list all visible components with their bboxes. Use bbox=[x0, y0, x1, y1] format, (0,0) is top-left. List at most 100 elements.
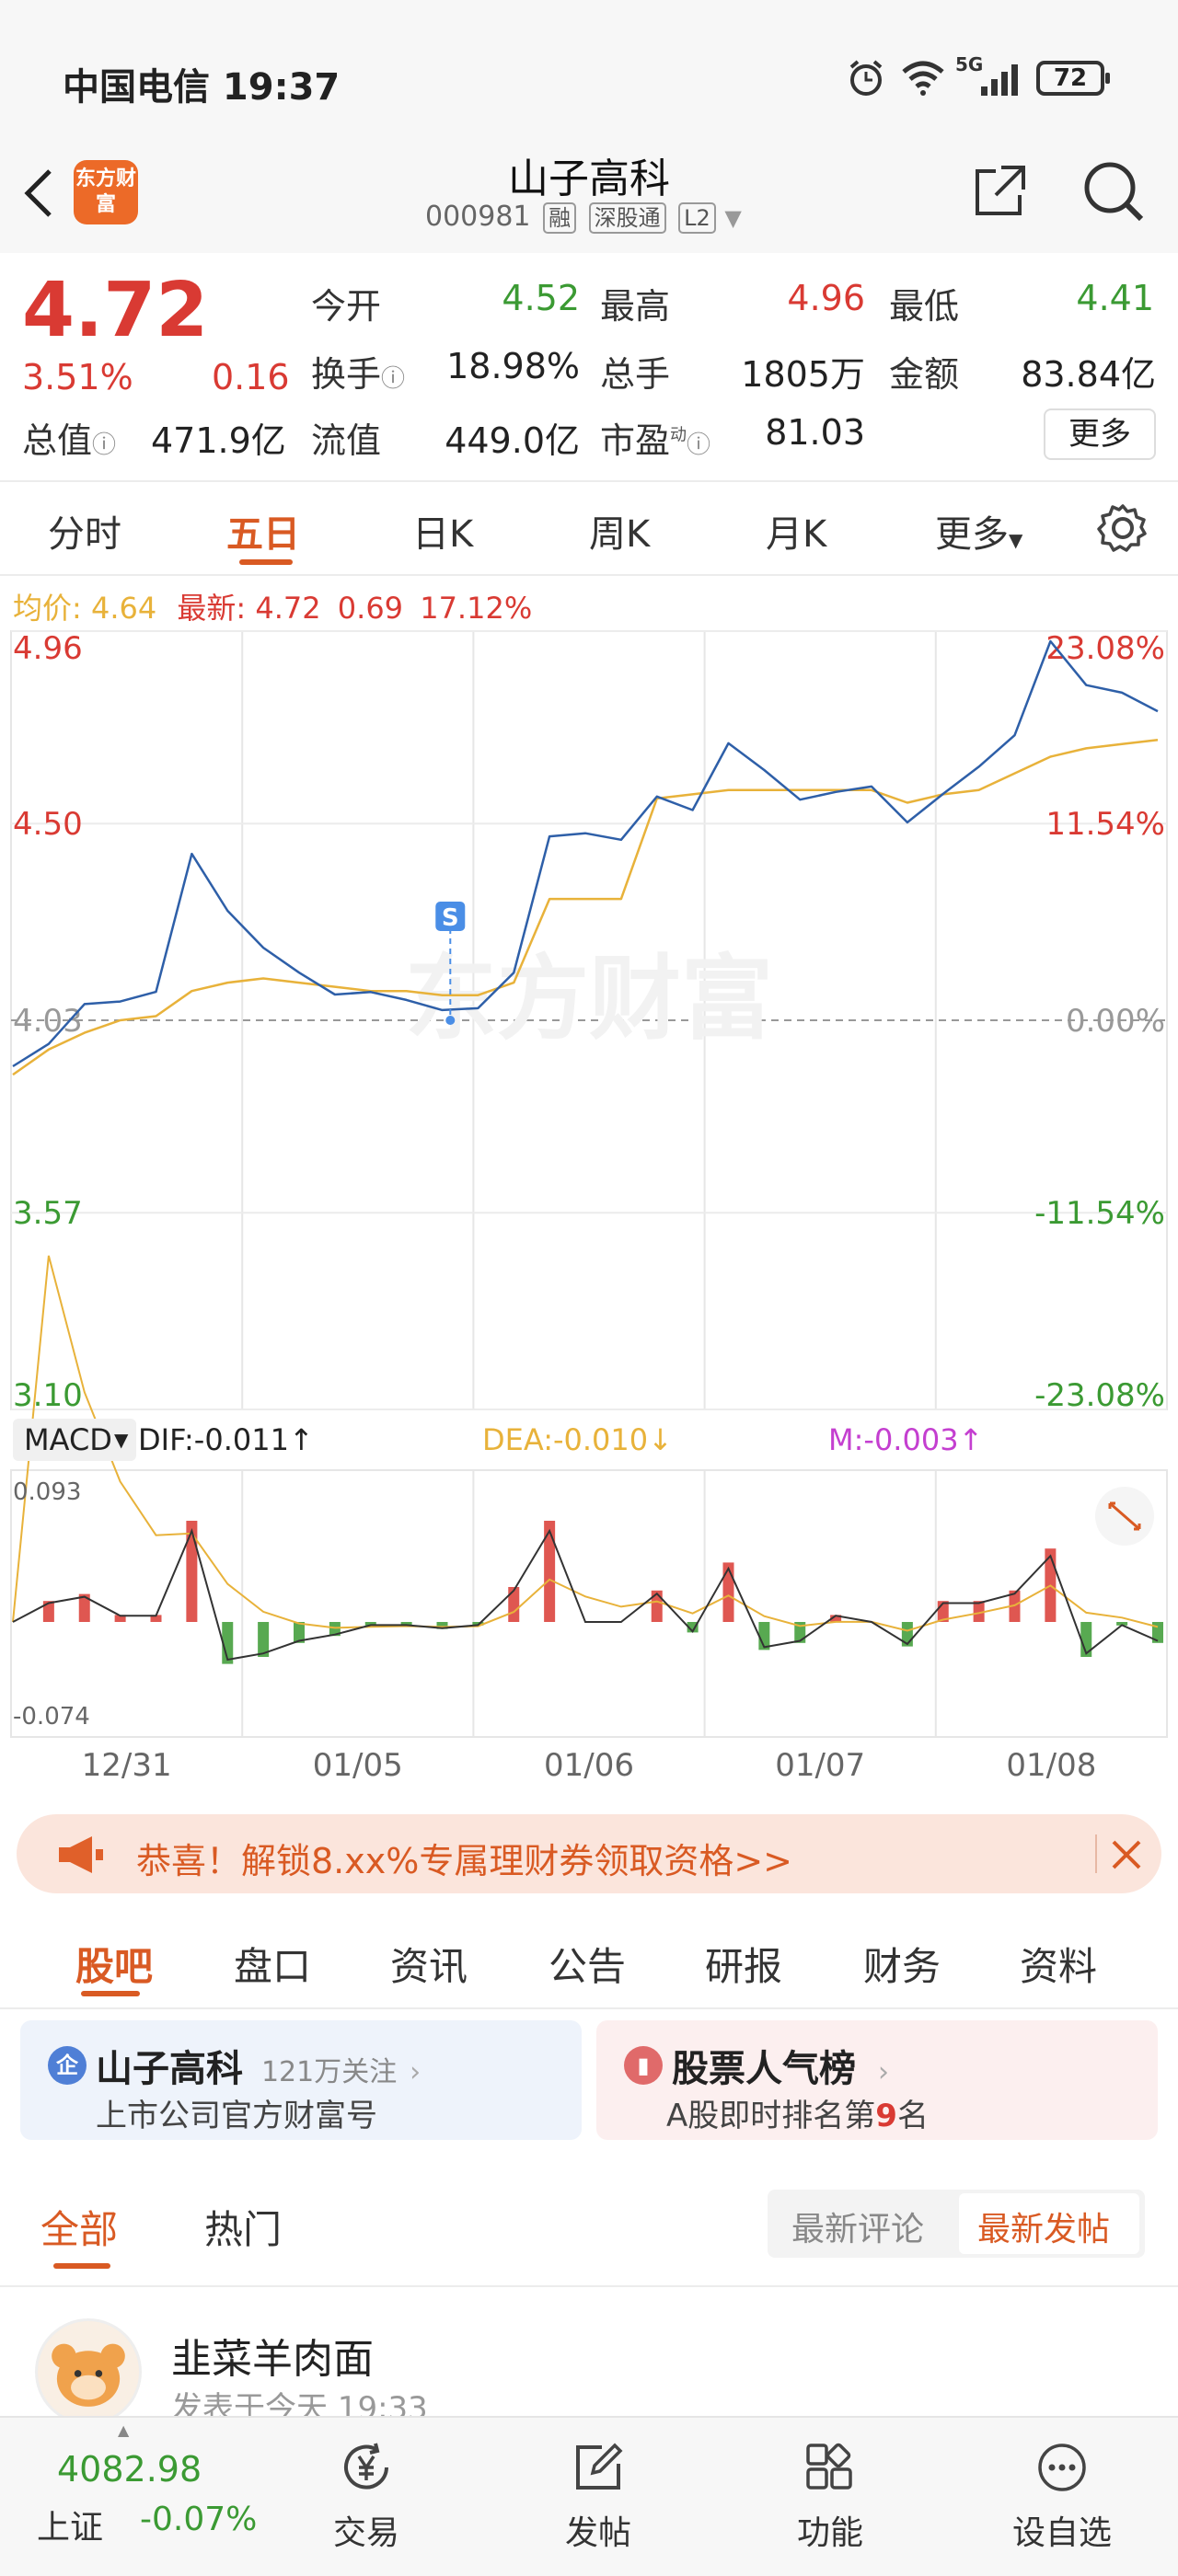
official-account-subtitle: 上市公司官方财富号 bbox=[96, 2098, 377, 2134]
y-tick-left: 4.50 bbox=[13, 806, 83, 843]
tab-daily-k[interactable]: 日K bbox=[412, 504, 473, 558]
close-icon[interactable] bbox=[1108, 1836, 1145, 1873]
float-cap-label: 流值 bbox=[311, 420, 382, 461]
tab-forum[interactable]: 股吧 bbox=[75, 1936, 153, 1992]
active-section-indicator bbox=[81, 1991, 140, 1996]
low-label: 最低 bbox=[889, 286, 960, 327]
search-icon[interactable] bbox=[1080, 158, 1147, 224]
dropdown-arrow-icon: ▼ bbox=[114, 1429, 129, 1451]
tab-announcements[interactable]: 公告 bbox=[549, 1936, 626, 1992]
y-tick-right: 0.00% bbox=[1066, 1003, 1165, 1040]
feed-tab-all[interactable]: 全部 bbox=[40, 2199, 118, 2255]
macd-bar bbox=[186, 1521, 198, 1622]
index-name: 上证 bbox=[37, 2509, 104, 2547]
official-account-name: 山子高科 121万关注 › bbox=[96, 2048, 422, 2090]
y-tick-right: -23.08% bbox=[1034, 1377, 1165, 1414]
y-tick-right: 23.08% bbox=[1045, 630, 1165, 667]
latest-change: 0.69 bbox=[337, 591, 404, 626]
macd-min: -0.074 bbox=[13, 1703, 90, 1731]
index-change: -0.07% bbox=[140, 2501, 258, 2538]
latest-value: 4.72 bbox=[255, 591, 321, 626]
nav-watchlist-settings[interactable]: 设自选 bbox=[988, 2418, 1136, 2576]
apps-grid-icon bbox=[806, 2443, 852, 2490]
dropdown-arrow-icon: ▼ bbox=[724, 205, 742, 231]
avg-price-label: 均价: bbox=[13, 591, 82, 626]
signal-icon bbox=[981, 64, 1018, 96]
level2-tag: L2 bbox=[678, 202, 716, 234]
sort-latest-comment[interactable]: 最新评论 bbox=[791, 2202, 924, 2250]
x-tick-label: 01/06 bbox=[544, 1747, 634, 1784]
tab-intraday[interactable]: 分时 bbox=[48, 504, 121, 558]
tab-order-book[interactable]: 盘口 bbox=[234, 1936, 311, 1992]
index-value: 4082.98 bbox=[57, 2449, 202, 2490]
tab-financials[interactable]: 财务 bbox=[863, 1936, 941, 1992]
index-ticker[interactable]: ▲ 4082.98 上证 -0.07% bbox=[0, 2418, 257, 2576]
nav-post[interactable]: 发帖 bbox=[525, 2418, 672, 2576]
stock-header: 东方财富 山子高科 000981 融 深股通 L2 ▼ bbox=[0, 129, 1178, 253]
macd-dea: DEA:-0.010↓ bbox=[482, 1422, 673, 1457]
macd-selector-label: MACD bbox=[24, 1422, 112, 1457]
info-icon: ⓘ bbox=[92, 431, 117, 459]
follower-count: 121万关注 bbox=[260, 2056, 398, 2088]
official-account-card[interactable]: 企 山子高科 121万关注 › 上市公司官方财富号 bbox=[20, 2020, 582, 2140]
nav-functions[interactable]: 功能 bbox=[756, 2418, 904, 2576]
tab-profile[interactable]: 资料 bbox=[1020, 1936, 1097, 1992]
x-tick-label: 01/08 bbox=[1006, 1747, 1096, 1784]
total-cap-label[interactable]: 总值ⓘ bbox=[22, 412, 116, 463]
carrier-and-time: 中国电信 19:37 bbox=[63, 66, 341, 109]
chevron-right-icon: › bbox=[877, 2056, 889, 2088]
amount-value: 83.84亿 bbox=[1021, 354, 1156, 395]
turnover-label[interactable]: 换手ⓘ bbox=[311, 346, 405, 397]
tab-five-day[interactable]: 五日 bbox=[226, 504, 300, 558]
total-cap-value: 471.9亿 bbox=[151, 420, 286, 461]
turnover-value: 18.98% bbox=[446, 346, 580, 386]
tab-more-periods[interactable]: 更多▼ bbox=[935, 504, 1022, 558]
y-tick-left: 3.10 bbox=[13, 1377, 83, 1414]
signal-marker-label: S bbox=[442, 904, 459, 932]
tab-monthly-k[interactable]: 月K bbox=[766, 504, 826, 558]
enterprise-icon: 企 bbox=[48, 2046, 87, 2085]
high-value: 4.96 bbox=[787, 278, 865, 318]
tab-research[interactable]: 研报 bbox=[705, 1936, 782, 1992]
x-tick-label: 01/07 bbox=[775, 1747, 865, 1784]
nav-trade[interactable]: 交易 bbox=[293, 2418, 440, 2576]
feed-tab-hot[interactable]: 热门 bbox=[204, 2199, 282, 2255]
more-quote-button[interactable]: 更多 bbox=[1044, 408, 1156, 460]
megaphone-icon bbox=[59, 1836, 103, 1873]
nav-post-label: 发帖 bbox=[564, 2514, 631, 2552]
share-icon[interactable] bbox=[970, 162, 1029, 221]
five-day-chart[interactable]: 东方财富 4.96 23.08% 4.50 11.54% 4.03 0.00% 3.57 -1… bbox=[0, 626, 1178, 1803]
macd-max: 0.093 bbox=[13, 1478, 81, 1506]
signal-marker-dot bbox=[445, 1016, 456, 1025]
y-tick-left: 4.96 bbox=[13, 630, 83, 667]
avg-price-value: 4.64 bbox=[90, 591, 157, 626]
chart-settings-gear-icon[interactable] bbox=[1097, 502, 1149, 554]
stock-code-row[interactable]: 000981 融 深股通 L2 ▼ bbox=[425, 201, 742, 234]
tab-weekly-k[interactable]: 周K bbox=[589, 504, 650, 558]
macd-m: M:-0.003↑ bbox=[828, 1422, 983, 1457]
info-icon: ⓘ bbox=[381, 365, 406, 393]
tab-news[interactable]: 资讯 bbox=[390, 1936, 468, 1992]
change-percent: 3.51% bbox=[22, 357, 133, 397]
connect-tag: 深股通 bbox=[588, 202, 666, 234]
macd-dif: DIF:-0.011↑ bbox=[138, 1422, 314, 1457]
open-value: 4.52 bbox=[502, 278, 580, 318]
popularity-ranking-card[interactable]: ▮ 股票人气榜 › A股即时排名第9名 bbox=[596, 2020, 1158, 2140]
open-label: 今开 bbox=[311, 286, 382, 327]
macd-dif-line bbox=[12, 1527, 1159, 1662]
last-price: 4.72 bbox=[22, 267, 209, 354]
pe-value: 81.03 bbox=[765, 412, 865, 453]
info-icon: ⓘ bbox=[687, 431, 711, 459]
nav-watchlist-settings-label: 设自选 bbox=[1011, 2514, 1112, 2552]
promo-banner[interactable]: 恭喜！解锁8.xx%专属理财券领取资格>> bbox=[17, 1814, 1161, 1893]
post-username[interactable]: 韭菜羊肉面 bbox=[171, 2326, 374, 2385]
margin-tag: 融 bbox=[543, 202, 577, 234]
pe-label[interactable]: 市盈动ⓘ bbox=[600, 412, 710, 463]
sort-latest-post[interactable]: 最新发帖 bbox=[977, 2202, 1110, 2250]
user-avatar[interactable] bbox=[35, 2318, 142, 2425]
more-dots-icon bbox=[1038, 2444, 1086, 2491]
popularity-ranking-title: 股票人气榜 › bbox=[672, 2048, 889, 2090]
bar-chart-icon: ▮ bbox=[624, 2046, 663, 2085]
macd-frame bbox=[10, 1469, 1168, 1738]
y-tick-left: 4.03 bbox=[13, 1003, 83, 1040]
